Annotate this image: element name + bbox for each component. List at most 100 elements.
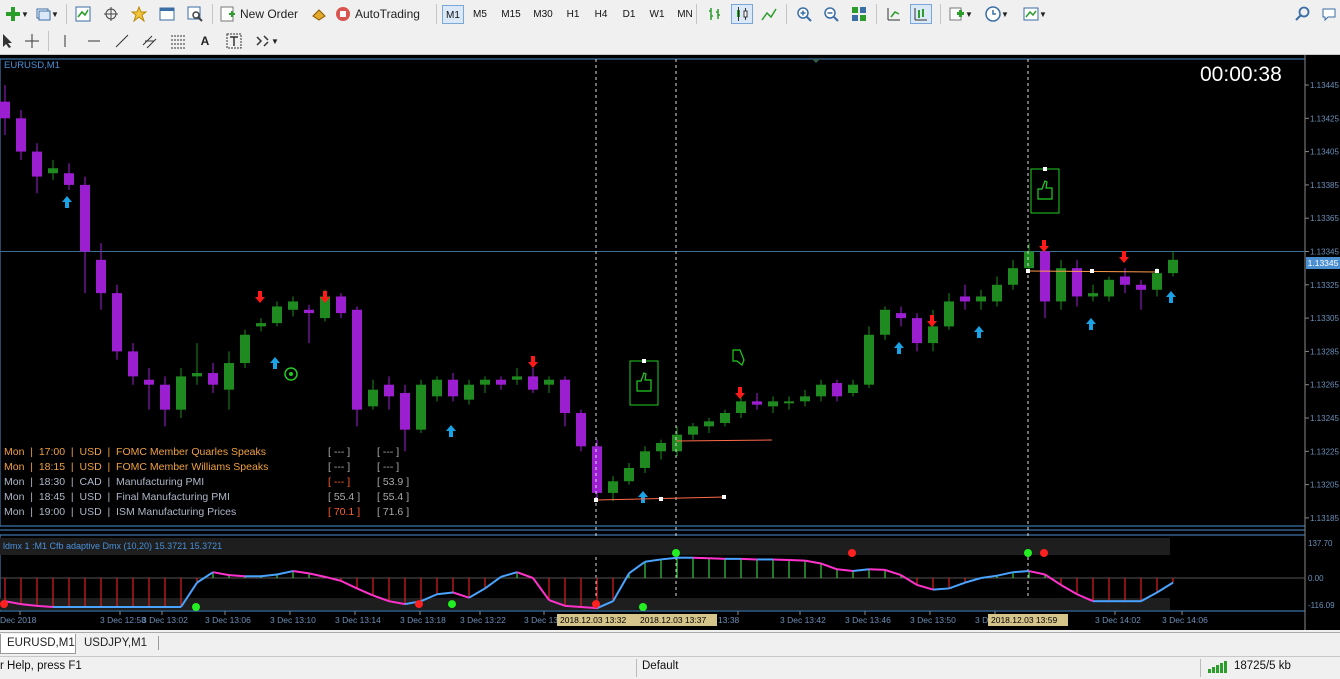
navigator-button[interactable] <box>128 4 150 24</box>
candle-body <box>912 318 922 344</box>
indicator-curve-segment <box>484 576 502 590</box>
crosshair-tool-button[interactable] <box>22 31 42 51</box>
indicators-icon <box>949 7 965 21</box>
trendline-tool-button[interactable] <box>112 31 132 51</box>
horizontal-line-tool-button[interactable] <box>84 31 104 51</box>
time-axis-label: 13:38 <box>718 615 740 625</box>
price-axis-label: 1.13345 <box>1310 248 1339 257</box>
news-event-text: Mon | 18:15 | USD | FOMC Member Williams… <box>4 461 269 473</box>
text-tool-button[interactable]: A <box>196 31 214 51</box>
indicator-curve-segment <box>900 574 918 586</box>
zoom-out-icon <box>824 7 839 22</box>
candle-body <box>240 334 250 364</box>
candle-body <box>368 389 378 407</box>
indicator-curve-segment <box>324 575 342 582</box>
price-axis-label: 1.13185 <box>1310 514 1339 523</box>
indicator-axis-label: 0.00 <box>1308 574 1324 583</box>
candle-body <box>1136 284 1146 290</box>
tab-usdjpy-m1[interactable]: USDJPY,M1 <box>78 634 166 653</box>
terminal-icon <box>159 7 175 21</box>
search-button[interactable] <box>1292 4 1314 24</box>
time-axis-label: 3 Dec 13:50 <box>910 615 956 625</box>
timeframe-d1-button[interactable]: D1 <box>616 5 642 24</box>
news-forecast: [ --- ] <box>328 446 351 458</box>
autotrading-button[interactable]: AutoTrading <box>335 4 429 24</box>
periods-button[interactable]: ▼ <box>982 4 1012 24</box>
zoom-out-button[interactable] <box>820 4 842 24</box>
news-event-text: Mon | 18:45 | USD | Final Manufacturing … <box>4 491 230 503</box>
thumbs-up-box-handle <box>642 359 646 363</box>
terminal-button[interactable] <box>156 4 178 24</box>
candle-body <box>896 313 906 319</box>
price-axis-label: 1.13325 <box>1310 281 1339 290</box>
buy-signal-arrow <box>894 342 904 354</box>
candle-body <box>80 184 90 252</box>
tab-eurusd-m1[interactable]: EURUSD,M1 <box>0 634 76 654</box>
indicator-curve-segment <box>36 604 54 608</box>
news-forecast: [ --- ] <box>328 461 351 473</box>
fibonacci-tool-button[interactable] <box>168 31 188 51</box>
news-event-text: Mon | 19:00 | USD | ISM Manufacturing Pr… <box>4 506 237 518</box>
candle-body <box>640 451 650 468</box>
separator <box>786 4 787 24</box>
tile-windows-button[interactable] <box>848 4 870 24</box>
clock-icon <box>985 6 1001 22</box>
timeframe-mn-button[interactable]: MN <box>672 5 698 24</box>
arrows-tool-button[interactable]: ▼ <box>252 31 282 51</box>
indicator-curve-segment <box>452 591 470 599</box>
chart-window[interactable]: 1.13445 1.13425 1.13405 1.13385 1.13365 1.133… <box>0 55 1340 630</box>
timeframe-m5-button[interactable]: M5 <box>466 5 494 24</box>
indicator-signal-dot <box>848 549 856 557</box>
magnifier-chart-icon <box>187 6 203 22</box>
text-label-tool-button[interactable] <box>224 31 244 51</box>
indicator-curve-segment <box>692 556 710 560</box>
candle-body <box>416 384 426 430</box>
data-window-button[interactable] <box>100 4 122 24</box>
news-forecast: [ 70.1 ] <box>328 506 361 518</box>
strategy-tester-button[interactable] <box>184 4 206 24</box>
status-traffic: 18725/5 kb <box>1234 660 1291 672</box>
candle-body <box>720 413 730 423</box>
separator <box>876 4 877 24</box>
candle-body <box>1008 268 1018 285</box>
level-handle <box>1155 269 1159 273</box>
candle-body <box>1040 251 1050 302</box>
timeframe-m15-button[interactable]: M15 <box>496 5 526 24</box>
candlestick-chart-button[interactable] <box>731 4 753 24</box>
autoscroll-button[interactable] <box>910 4 932 24</box>
candle-body <box>272 306 282 324</box>
new-chart-button[interactable]: ▼ <box>2 4 32 24</box>
zoom-in-button[interactable] <box>793 4 815 24</box>
market-watch-button[interactable] <box>72 4 94 24</box>
time-highlight-label: 2018.12.03 13:37 <box>640 615 706 625</box>
metaeditor-button[interactable] <box>308 4 330 24</box>
indicator-curve-segment <box>436 591 454 596</box>
chart-shift-icon <box>887 8 900 21</box>
profiles-button[interactable]: ▼ <box>32 4 62 24</box>
candle-body <box>560 379 570 414</box>
timeframe-h1-button[interactable]: H1 <box>560 5 586 24</box>
indicators-button[interactable]: ▼ <box>946 4 976 24</box>
channel-icon <box>142 35 157 49</box>
candlestick-icon <box>737 7 748 21</box>
new-order-icon <box>220 6 235 22</box>
cursor-tool-button[interactable] <box>0 31 16 51</box>
line-chart-button[interactable] <box>758 4 780 24</box>
new-order-button[interactable]: New Order <box>220 4 304 24</box>
candle-body <box>944 301 954 327</box>
timeframe-m1-button[interactable]: M1 <box>442 5 464 24</box>
vertical-line-tool-button[interactable] <box>56 31 74 51</box>
price-axis-label: 1.13365 <box>1310 214 1339 223</box>
bar-chart-button[interactable] <box>704 4 726 24</box>
chart-shift-button[interactable] <box>883 4 905 24</box>
thumbs-up-box-handle <box>1043 167 1047 171</box>
news-previous: [ 53.9 ] <box>377 476 410 488</box>
timeframe-h4-button[interactable]: H4 <box>588 5 614 24</box>
timeframe-m30-button[interactable]: M30 <box>528 5 558 24</box>
price-axis-label: 1.13225 <box>1310 447 1339 456</box>
chat-button[interactable] <box>1318 4 1340 24</box>
channel-tool-button[interactable] <box>140 31 160 51</box>
templates-button[interactable]: ▼ <box>1018 4 1052 24</box>
timeframe-w1-button[interactable]: W1 <box>644 5 670 24</box>
text-icon: A <box>200 34 210 48</box>
